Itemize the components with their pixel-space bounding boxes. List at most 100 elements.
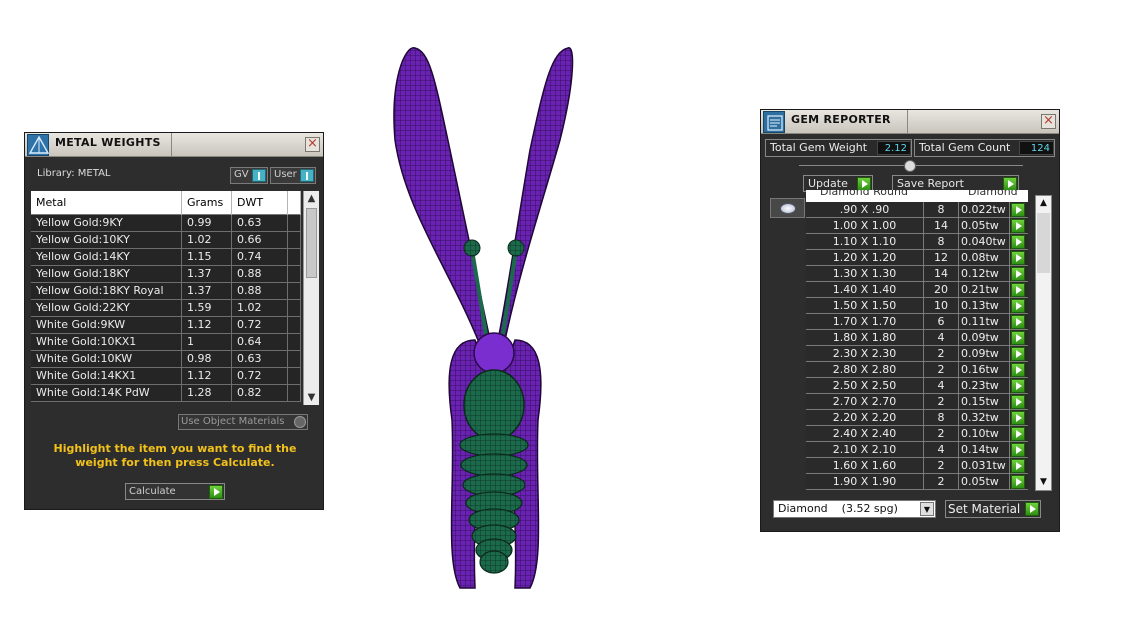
- dwt-cell: 0.63: [232, 215, 288, 232]
- set-material-button[interactable]: Set Material: [945, 500, 1041, 518]
- select-gem-icon[interactable]: [1011, 363, 1025, 377]
- gem-size-cell: 1.30 X 1.30: [806, 266, 924, 282]
- select-gem-icon[interactable]: [1011, 283, 1025, 297]
- select-gem-icon[interactable]: [1011, 267, 1025, 281]
- gem-count-cell: 4: [924, 330, 959, 346]
- grams-cell: 1.28: [182, 385, 232, 402]
- metal-table-scrollbar[interactable]: ▲ ▼: [303, 191, 319, 405]
- gem-table-scrollbar[interactable]: ▲ ▼: [1035, 195, 1052, 491]
- select-gem-icon[interactable]: [1011, 347, 1025, 361]
- left-antenna-tip: [463, 239, 481, 257]
- splitter-handle[interactable]: [904, 160, 916, 172]
- select-gem-icon[interactable]: [1011, 427, 1025, 441]
- table-row[interactable]: 2.80 X 2.80 2 0.16tw: [806, 362, 1028, 378]
- table-row[interactable]: White Gold:10KX1 1 0.64: [31, 334, 301, 351]
- gem-weight-cell: 0.08tw: [959, 250, 1010, 266]
- use-object-materials-toggle[interactable]: Use Object Materials: [178, 414, 308, 430]
- table-row[interactable]: 1.80 X 1.80 4 0.09tw: [806, 330, 1028, 346]
- select-gem-icon[interactable]: [1011, 395, 1025, 409]
- scroll-up-icon[interactable]: ▲: [304, 191, 319, 206]
- gem-size-cell: 1.40 X 1.40: [806, 282, 924, 298]
- table-row[interactable]: 1.50 X 1.50 10 0.13tw: [806, 298, 1028, 314]
- scroll-thumb[interactable]: [1037, 213, 1050, 273]
- select-gem-icon[interactable]: [1011, 331, 1025, 345]
- select-gem-icon[interactable]: [1011, 203, 1025, 217]
- table-row[interactable]: 2.20 X 2.20 8 0.32tw: [806, 410, 1028, 426]
- column-header-diamond[interactable]: Diamond: [968, 190, 1018, 198]
- table-row[interactable]: 1.00 X 1.00 14 0.05tw: [806, 218, 1028, 234]
- table-row[interactable]: Yellow Gold:18KY Royal 1.37 0.88: [31, 283, 301, 300]
- scroll-down-icon[interactable]: ▼: [1036, 475, 1051, 490]
- total-gem-weight: Total Gem Weight 2.12: [765, 139, 912, 157]
- gem-reporter-titlebar[interactable]: GEM REPORTER ×: [761, 110, 1059, 134]
- table-row[interactable]: Yellow Gold:22KY 1.59 1.02: [31, 300, 301, 317]
- select-gem-icon[interactable]: [1011, 299, 1025, 313]
- table-row[interactable]: 2.40 X 2.40 2 0.10tw: [806, 426, 1028, 442]
- gem-size-cell: 2.40 X 2.40: [806, 426, 924, 442]
- butterfly-3d-model[interactable]: [380, 40, 610, 595]
- scroll-up-icon[interactable]: ▲: [1036, 196, 1051, 211]
- select-gem-icon[interactable]: [1011, 379, 1025, 393]
- scroll-thumb[interactable]: [306, 208, 317, 278]
- table-row[interactable]: 2.10 X 2.10 4 0.14tw: [806, 442, 1028, 458]
- close-icon[interactable]: ×: [1041, 114, 1056, 129]
- table-row[interactable]: .90 X .90 8 0.022tw: [806, 202, 1028, 218]
- gem-reporter-title: GEM REPORTER: [791, 113, 891, 126]
- gem-count-cell: 2: [924, 474, 959, 490]
- gem-weight-cell: 0.05tw: [959, 474, 1010, 490]
- select-gem-icon[interactable]: [1011, 411, 1025, 425]
- table-row[interactable]: 1.70 X 1.70 6 0.11tw: [806, 314, 1028, 330]
- column-header-grams[interactable]: Grams: [182, 191, 232, 215]
- table-row[interactable]: 1.20 X 1.20 12 0.08tw: [806, 250, 1028, 266]
- column-header-diamond-round[interactable]: Diamond Round: [820, 190, 908, 198]
- select-gem-icon[interactable]: [1011, 459, 1025, 473]
- table-row[interactable]: 2.30 X 2.30 2 0.09tw: [806, 346, 1028, 362]
- dwt-cell: 0.74: [232, 249, 288, 266]
- column-header-metal[interactable]: Metal: [31, 191, 182, 215]
- metal-weights-titlebar[interactable]: METAL WEIGHTS ×: [25, 133, 323, 157]
- table-row[interactable]: White Gold:9KW 1.12 0.72: [31, 317, 301, 334]
- gem-count-cell: 6: [924, 314, 959, 330]
- abdomen-segment: [479, 550, 509, 574]
- table-row[interactable]: Yellow Gold:10KY 1.02 0.66: [31, 232, 301, 249]
- gem-size-cell: 2.70 X 2.70: [806, 394, 924, 410]
- table-row[interactable]: 1.10 X 1.10 8 0.040tw: [806, 234, 1028, 250]
- table-row[interactable]: 2.50 X 2.50 4 0.23tw: [806, 378, 1028, 394]
- calculate-button[interactable]: Calculate: [125, 483, 225, 500]
- gv-toggle[interactable]: GV: [230, 167, 268, 184]
- chevron-down-icon[interactable]: ▼: [920, 502, 934, 516]
- column-header-dwt[interactable]: DWT: [232, 191, 288, 215]
- total-gem-count-value: 124: [1019, 141, 1054, 155]
- grams-cell: 1.12: [182, 368, 232, 385]
- gem-count-cell: 4: [924, 378, 959, 394]
- scroll-down-icon[interactable]: ▼: [304, 390, 319, 405]
- table-row[interactable]: White Gold:14KX1 1.12 0.72: [31, 368, 301, 385]
- gem-weight-cell: 0.23tw: [959, 378, 1010, 394]
- select-gem-icon[interactable]: [1011, 235, 1025, 249]
- gem-count-cell: 2: [924, 346, 959, 362]
- metal-table-header: Metal Grams DWT: [31, 191, 301, 215]
- gem-count-cell: 4: [924, 442, 959, 458]
- select-gem-icon[interactable]: [1011, 315, 1025, 329]
- select-gem-icon[interactable]: [1011, 443, 1025, 457]
- table-row[interactable]: 1.60 X 1.60 2 0.031tw: [806, 458, 1028, 474]
- table-row[interactable]: White Gold:10KW 0.98 0.63: [31, 351, 301, 368]
- table-row[interactable]: Yellow Gold:14KY 1.15 0.74: [31, 249, 301, 266]
- select-gem-icon[interactable]: [1011, 219, 1025, 233]
- select-gem-icon[interactable]: [1011, 251, 1025, 265]
- abdomen-segment: [459, 433, 529, 457]
- table-row[interactable]: 1.40 X 1.40 20 0.21tw: [806, 282, 1028, 298]
- table-row[interactable]: 2.70 X 2.70 2 0.15tw: [806, 394, 1028, 410]
- table-row[interactable]: 1.90 X 1.90 2 0.05tw: [806, 474, 1028, 490]
- table-row[interactable]: White Gold:14K PdW 1.28 0.82: [31, 385, 301, 402]
- user-toggle[interactable]: User: [270, 167, 316, 184]
- table-row[interactable]: Yellow Gold:18KY 1.37 0.88: [31, 266, 301, 283]
- close-icon[interactable]: ×: [305, 137, 320, 152]
- material-select[interactable]: Diamond (3.52 spg) ▼: [773, 500, 936, 518]
- play-arrow-icon: [1003, 177, 1017, 191]
- radio-dot-icon: [294, 416, 306, 428]
- table-row[interactable]: Yellow Gold:9KY 0.99 0.63: [31, 215, 301, 232]
- select-gem-icon[interactable]: [1011, 475, 1025, 489]
- table-row[interactable]: 1.30 X 1.30 14 0.12tw: [806, 266, 1028, 282]
- gem-type-cell[interactable]: [770, 198, 805, 218]
